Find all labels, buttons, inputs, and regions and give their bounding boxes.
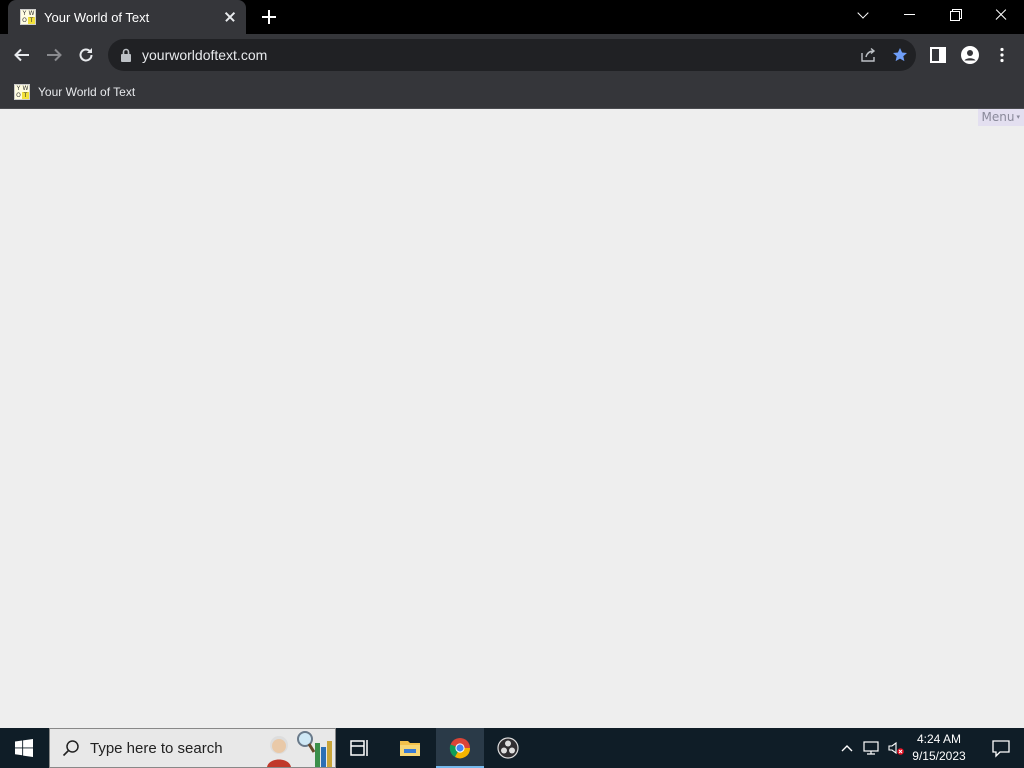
search-highlight-illustration-icon bbox=[265, 729, 335, 767]
address-bar[interactable]: yourworldoftext.com bbox=[108, 39, 916, 71]
tab-your-world-of-text[interactable]: YWOT Your World of Text bbox=[8, 0, 246, 34]
page-canvas[interactable]: Menu ▾ bbox=[0, 109, 1024, 728]
show-hidden-icons-chevron-icon[interactable] bbox=[836, 728, 858, 768]
network-icon[interactable] bbox=[860, 728, 882, 768]
restore-icon[interactable] bbox=[932, 0, 978, 32]
windows-taskbar: Type here to search 4:24 AM 9/15/2023 bbox=[0, 728, 1024, 768]
close-window-icon[interactable] bbox=[978, 0, 1024, 32]
tab-close-icon[interactable] bbox=[222, 9, 238, 25]
windows-start-icon[interactable] bbox=[0, 728, 48, 768]
share-icon[interactable] bbox=[852, 39, 884, 71]
forward-arrow-icon[interactable] bbox=[40, 41, 68, 69]
bookmark-your-world-of-text[interactable]: Your World of Text bbox=[38, 85, 135, 99]
menu-label: Menu bbox=[981, 110, 1015, 124]
reload-icon[interactable] bbox=[72, 41, 100, 69]
browser-toolbar: yourworldoftext.com bbox=[0, 34, 1024, 76]
clock-time: 4:24 AM bbox=[916, 732, 962, 746]
menu-dropdown-arrow-icon: ▾ bbox=[1016, 113, 1020, 121]
chrome-icon[interactable] bbox=[436, 728, 484, 768]
tab-title: Your World of Text bbox=[44, 9, 150, 25]
bookmarks-bar: YWOT Your World of Text bbox=[0, 76, 1024, 109]
more-vertical-icon[interactable] bbox=[990, 43, 1014, 67]
search-icon bbox=[62, 740, 79, 757]
lock-icon[interactable] bbox=[120, 48, 132, 62]
profile-avatar-icon[interactable] bbox=[958, 43, 982, 67]
clock-date: 9/15/2023 bbox=[912, 749, 966, 763]
new-tab-plus-icon[interactable] bbox=[258, 6, 280, 28]
obs-icon[interactable] bbox=[484, 728, 532, 768]
url-text[interactable]: yourworldoftext.com bbox=[142, 47, 852, 63]
site-favicon-icon: YWOT bbox=[20, 9, 36, 25]
back-arrow-icon[interactable] bbox=[8, 41, 36, 69]
system-clock[interactable]: 4:24 AM 9/15/2023 bbox=[908, 728, 970, 768]
notifications-icon[interactable] bbox=[978, 728, 1024, 768]
tab-strip: YWOT Your World of Text bbox=[0, 0, 1024, 34]
file-explorer-icon[interactable] bbox=[386, 728, 434, 768]
taskbar-search-box[interactable]: Type here to search bbox=[49, 728, 336, 768]
bookmark-star-icon[interactable] bbox=[884, 39, 916, 71]
tab-search-chevron-icon[interactable] bbox=[840, 0, 886, 32]
menu-button[interactable]: Menu ▾ bbox=[977, 109, 1024, 126]
bookmark-favicon-icon: YWOT bbox=[14, 84, 30, 100]
task-view-icon[interactable] bbox=[336, 728, 384, 768]
volume-muted-icon[interactable] bbox=[884, 728, 908, 768]
minimize-icon[interactable] bbox=[886, 0, 932, 32]
side-panel-icon[interactable] bbox=[926, 43, 950, 67]
search-placeholder: Type here to search bbox=[90, 739, 223, 757]
